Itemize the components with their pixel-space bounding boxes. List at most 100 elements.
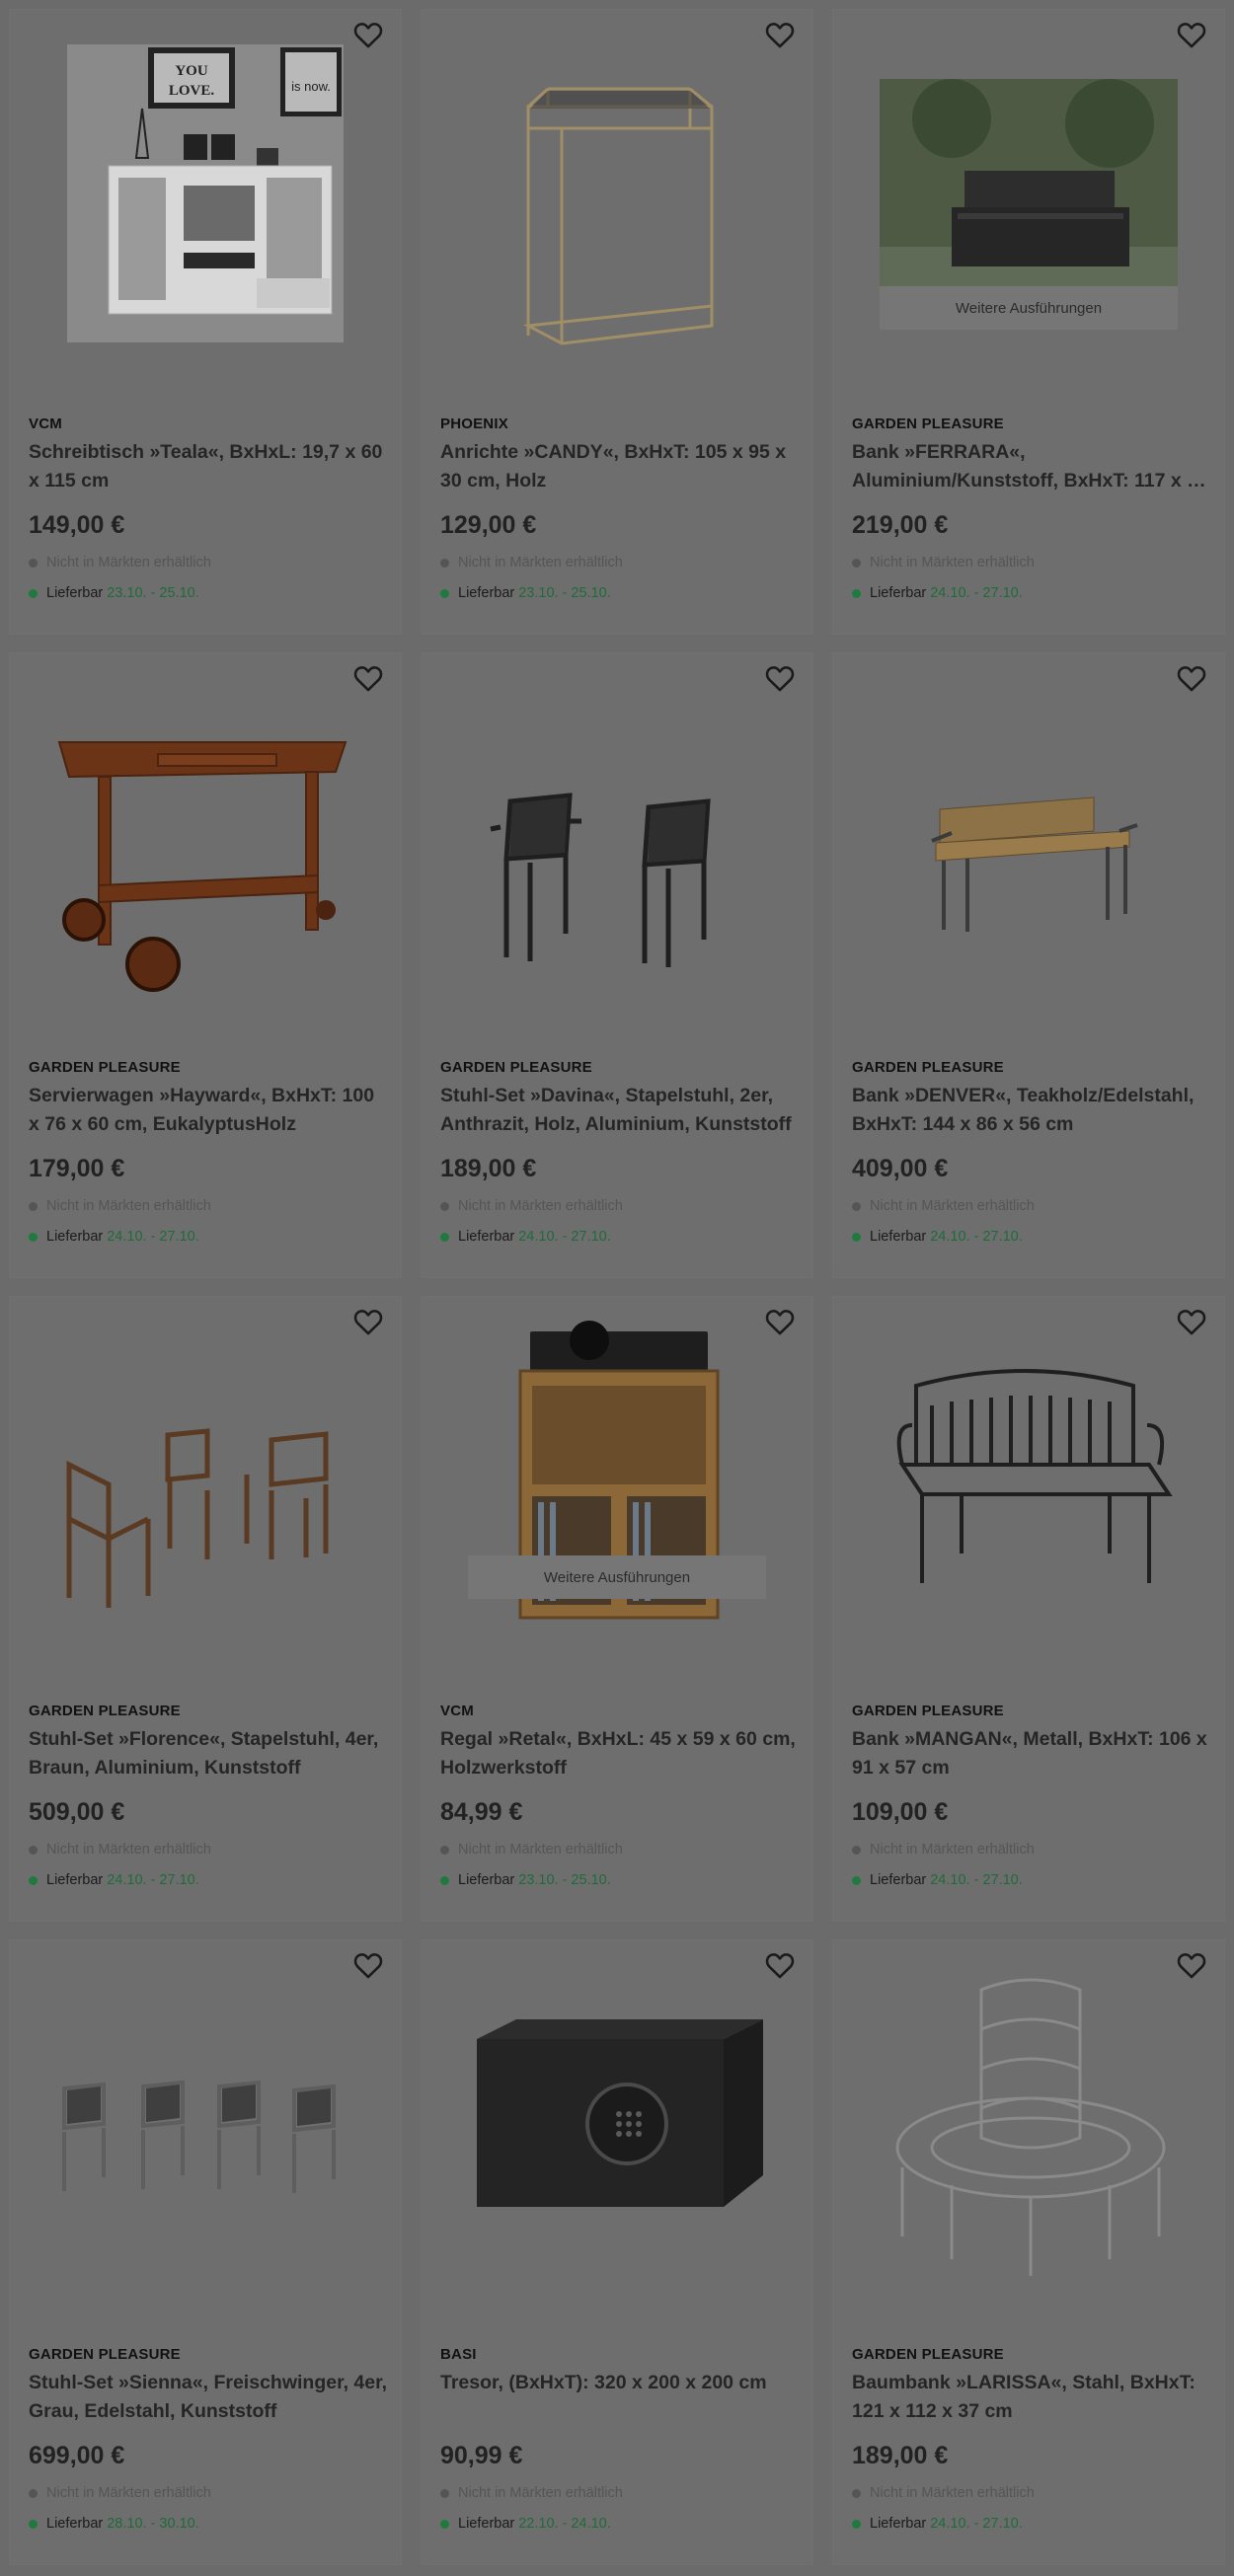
product-card[interactable]: GARDEN PLEASURE Bank »FERRARA«, Aluminiu… <box>833 10 1224 634</box>
delivery-availability: Lieferbar 23.10. - 25.10. <box>29 585 199 601</box>
store-availability: Nicht in Märkten erhältlich <box>852 1842 1035 1857</box>
three-chairs-image[interactable] <box>10 1317 401 1642</box>
product-card[interactable]: PHOENIX Anrichte »CANDY«, BxHxT: 105 x 9… <box>422 10 812 634</box>
product-title[interactable]: Schreibtisch »Teala«, BxHxL: 19,7 x 60 x… <box>29 438 390 495</box>
console-table-image <box>522 87 714 345</box>
grey-dot-icon <box>29 2488 38 2498</box>
more-variants-label[interactable]: Weitere Ausführungen <box>468 1555 766 1599</box>
product-brand: BASI <box>440 2346 477 2363</box>
product-card[interactable]: GARDEN PLEASURE Servierwagen »Hayward«, … <box>10 653 401 1277</box>
two-chairs-image[interactable] <box>422 673 812 999</box>
svg-text:is now.: is now. <box>291 79 331 94</box>
product-price: 189,00 € <box>440 1155 537 1182</box>
delivery-date: 22.10. - 24.10. <box>518 2516 611 2532</box>
grey-dot-icon <box>852 2488 861 2498</box>
store-availability-text: Nicht in Märkten erhältlich <box>870 1842 1035 1857</box>
product-card[interactable]: GARDEN PLEASURE Stuhl-Set »Florence«, St… <box>10 1297 401 1921</box>
product-brand: VCM <box>29 416 62 432</box>
store-availability-text: Nicht in Märkten erhältlich <box>458 1198 623 1214</box>
product-price: 84,99 € <box>440 1798 523 1826</box>
store-availability: Nicht in Märkten erhältlich <box>440 2485 623 2501</box>
product-price: 90,99 € <box>440 2442 523 2469</box>
product-card[interactable]: VCM Regal »Retal«, BxHxL: 45 x 59 x 60 c… <box>422 1297 812 1921</box>
tree-bench-image <box>895 1978 1166 2276</box>
green-dot-icon <box>440 1875 449 1885</box>
store-availability: Nicht in Märkten erhältlich <box>852 1198 1035 1214</box>
product-card[interactable]: BASI Tresor, (BxHxT): 320 x 200 x 200 cm… <box>422 1940 812 2564</box>
product-title[interactable]: Bank »FERRARA«, Aluminium/Kunststoff, Bx… <box>852 438 1213 495</box>
product-title[interactable]: Bank »DENVER«, Teakholz/Edelstahl, BxHxT… <box>852 1082 1213 1139</box>
store-availability: Nicht in Märkten erhältlich <box>29 1842 211 1857</box>
product-card[interactable]: GARDEN PLEASURE Bank »DENVER«, Teakholz/… <box>833 653 1224 1277</box>
product-brand: GARDEN PLEASURE <box>852 1703 1004 1719</box>
safe-image <box>477 2019 763 2207</box>
svg-text:LOVE.: LOVE. <box>169 83 215 99</box>
product-brand: GARDEN PLEASURE <box>440 1059 592 1076</box>
product-price: 189,00 € <box>852 2442 949 2469</box>
product-title[interactable]: Stuhl-Set »Sienna«, Freischwinger, 4er, … <box>29 2369 390 2426</box>
console-table-image[interactable] <box>422 30 812 355</box>
grey-dot-icon <box>440 558 449 568</box>
product-title[interactable]: Stuhl-Set »Florence«, Stapelstuhl, 4er, … <box>29 1725 390 1782</box>
tree-bench-image[interactable] <box>833 1960 1224 2286</box>
green-dot-icon <box>29 2519 38 2529</box>
product-title[interactable]: Bank »MANGAN«, Metall, BxHxT: 106 x 91 x… <box>852 1725 1213 1782</box>
teak-bench-image[interactable] <box>833 673 1224 999</box>
product-price: 219,00 € <box>852 511 949 539</box>
delivery-availability: Lieferbar 24.10. - 27.10. <box>29 1229 199 1245</box>
store-availability: Nicht in Märkten erhältlich <box>29 2485 211 2501</box>
teak-bench-image <box>931 796 1138 932</box>
product-brand: GARDEN PLEASURE <box>29 1059 181 1076</box>
product-card[interactable]: YOU LOVE. is now. VCM Schreibtisch »Teal… <box>10 10 401 634</box>
green-dot-icon <box>440 1232 449 1242</box>
product-grid: YOU LOVE. is now. VCM Schreibtisch »Teal… <box>10 10 1224 2564</box>
store-availability: Nicht in Märkten erhältlich <box>440 1842 623 1857</box>
four-chairs-image[interactable] <box>10 1960 401 2286</box>
store-availability: Nicht in Märkten erhältlich <box>852 2485 1035 2501</box>
delivery-availability: Lieferbar 24.10. - 27.10. <box>29 1872 199 1888</box>
product-title[interactable]: Stuhl-Set »Davina«, Stapelstuhl, 2er, An… <box>440 1082 802 1139</box>
delivery-label: Lieferbar <box>46 1872 104 1888</box>
grey-dot-icon <box>29 558 38 568</box>
product-card[interactable]: GARDEN PLEASURE Stuhl-Set »Sienna«, Frei… <box>10 1940 401 2564</box>
green-dot-icon <box>440 2519 449 2529</box>
delivery-label: Lieferbar <box>46 2516 104 2532</box>
delivery-label: Lieferbar <box>870 1872 927 1888</box>
delivery-availability: Lieferbar 24.10. - 27.10. <box>852 1872 1023 1888</box>
green-dot-icon <box>29 588 38 598</box>
store-availability-text: Nicht in Märkten erhältlich <box>458 555 623 570</box>
product-brand: PHOENIX <box>440 416 508 432</box>
grey-dot-icon <box>852 1845 861 1855</box>
product-brand: GARDEN PLEASURE <box>852 2346 1004 2363</box>
wall-desk-shelf-image: YOU LOVE. is now. <box>67 44 344 342</box>
product-card[interactable]: GARDEN PLEASURE Baumbank »LARISSA«, Stah… <box>833 1940 1224 2564</box>
delivery-date: 24.10. - 27.10. <box>518 1229 611 1245</box>
product-title[interactable]: Baumbank »LARISSA«, Stahl, BxHxT: 121 x … <box>852 2369 1213 2426</box>
delivery-availability: Lieferbar 22.10. - 24.10. <box>440 2516 611 2532</box>
more-variants-label[interactable]: Weitere Ausführungen <box>880 286 1178 330</box>
serving-trolley-image <box>57 741 347 992</box>
serving-trolley-image[interactable] <box>10 673 401 999</box>
safe-image[interactable] <box>422 1960 812 2286</box>
product-title[interactable]: Servierwagen »Hayward«, BxHxT: 100 x 76 … <box>29 1082 390 1139</box>
product-title[interactable]: Tresor, (BxHxT): 320 x 200 x 200 cm <box>440 2369 802 2397</box>
grey-dot-icon <box>852 558 861 568</box>
delivery-availability: Lieferbar 24.10. - 27.10. <box>852 2516 1023 2532</box>
product-title[interactable]: Regal »Retal«, BxHxL: 45 x 59 x 60 cm, H… <box>440 1725 802 1782</box>
product-card[interactable]: GARDEN PLEASURE Stuhl-Set »Davina«, Stap… <box>422 653 812 1277</box>
product-title[interactable]: Anrichte »CANDY«, BxHxT: 105 x 95 x 30 c… <box>440 438 802 495</box>
product-card[interactable]: GARDEN PLEASURE Bank »MANGAN«, Metall, B… <box>833 1297 1224 1921</box>
metal-bench-image[interactable] <box>833 1317 1224 1642</box>
delivery-label: Lieferbar <box>458 1872 515 1888</box>
grey-dot-icon <box>440 2488 449 2498</box>
green-dot-icon <box>29 1875 38 1885</box>
product-price: 699,00 € <box>29 2442 125 2469</box>
wall-desk-shelf-image[interactable]: YOU LOVE. is now. <box>10 30 401 355</box>
delivery-label: Lieferbar <box>870 585 927 601</box>
delivery-date: 23.10. - 25.10. <box>518 1872 611 1888</box>
product-price: 509,00 € <box>29 1798 125 1826</box>
product-brand: GARDEN PLEASURE <box>29 2346 181 2363</box>
delivery-date: 28.10. - 30.10. <box>107 2516 199 2532</box>
green-dot-icon <box>852 2519 861 2529</box>
four-chairs-image <box>62 2080 336 2193</box>
